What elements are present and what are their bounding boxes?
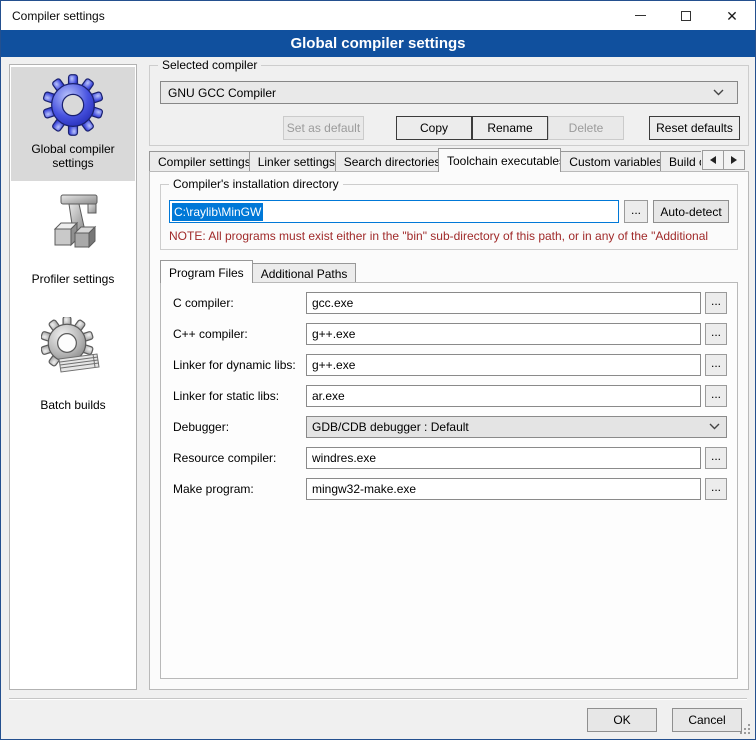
field-label: Debugger: (173, 420, 306, 434)
gear-stack-icon (41, 317, 105, 381)
debugger-select[interactable]: GDB/CDB debugger : Default (306, 416, 727, 438)
subtab-additional-paths[interactable]: Additional Paths (252, 263, 357, 283)
selected-compiler-group-label: Selected compiler (158, 58, 261, 72)
make-program-input[interactable]: mingw32-make.exe (306, 478, 701, 500)
window-title: Compiler settings (12, 9, 105, 23)
auto-detect-button[interactable]: Auto-detect (653, 200, 729, 223)
field-label: C++ compiler: (173, 327, 306, 341)
copy-button[interactable]: Copy (396, 116, 472, 140)
tab-build-options[interactable]: Build options (660, 151, 701, 172)
static-linker-input[interactable]: ar.exe (306, 385, 701, 407)
resize-grip[interactable] (740, 724, 752, 736)
settings-category-list: Global compiler settings Profiler s (9, 64, 137, 690)
install-dir-note: NOTE: All programs must exist either in … (169, 229, 735, 243)
installation-directory-group-label: Compiler's installation directory (169, 177, 343, 191)
dynamic-linker-browse-button[interactable]: ... (705, 354, 727, 376)
toolchain-executables-page: Compiler's installation directory C:\ray… (149, 171, 749, 690)
maximize-button[interactable] (663, 1, 709, 30)
c-compiler-input[interactable]: gcc.exe (306, 292, 701, 314)
cpp-compiler-input[interactable]: g++.exe (306, 323, 701, 345)
close-button[interactable]: ✕ (709, 1, 755, 30)
compiler-select[interactable]: GNU GCC Compiler (160, 81, 738, 104)
ok-button[interactable]: OK (587, 708, 657, 732)
tab-scroll-arrows (703, 150, 745, 170)
tab-custom-variables[interactable]: Custom variables (560, 151, 661, 172)
install-dir-selected-text: C:\raylib\MinGW (172, 203, 263, 221)
subtab-program-files[interactable]: Program Files (160, 260, 253, 283)
program-files-page: C compiler: gcc.exe ... C++ compiler: g+… (160, 282, 738, 679)
install-dir-browse-button[interactable]: ... (624, 200, 648, 223)
sidebar-item-label: Global compiler settings (11, 142, 135, 170)
set-as-default-button: Set as default (283, 116, 364, 140)
caliper-icon (41, 191, 105, 255)
field-row-c-compiler: C compiler: gcc.exe ... (173, 291, 727, 314)
page-title: Global compiler settings (290, 35, 465, 52)
triangle-right-icon (731, 156, 737, 164)
settings-tabstrip: Compiler settings Linker settings Search… (149, 148, 701, 172)
rename-button[interactable]: Rename (472, 116, 548, 140)
sidebar-item-global-compiler-settings[interactable]: Global compiler settings (11, 67, 135, 181)
resource-compiler-browse-button[interactable]: ... (705, 447, 727, 469)
delete-button: Delete (548, 116, 624, 140)
caption-buttons: ✕ (617, 1, 755, 30)
make-program-browse-button[interactable]: ... (705, 478, 727, 500)
reset-defaults-button[interactable]: Reset defaults (649, 116, 740, 140)
field-row-resource-compiler: Resource compiler: windres.exe ... (173, 446, 727, 469)
field-row-cpp-compiler: C++ compiler: g++.exe ... (173, 322, 727, 345)
program-files-tabstrip: Program Files Additional Paths (160, 260, 355, 283)
tab-linker-settings[interactable]: Linker settings (249, 151, 336, 172)
tab-search-directories[interactable]: Search directories (335, 151, 439, 172)
cpp-compiler-browse-button[interactable]: ... (705, 323, 727, 345)
footer-divider (9, 698, 747, 700)
sidebar-item-label: Batch builds (11, 398, 135, 412)
install-dir-input[interactable]: C:\raylib\MinGW (169, 200, 619, 223)
titlebar: Compiler settings ✕ (1, 1, 755, 30)
field-label: C compiler: (173, 296, 306, 310)
minimize-icon (635, 15, 646, 16)
maximize-icon (681, 11, 691, 21)
field-label: Make program: (173, 482, 306, 496)
field-row-static-linker: Linker for static libs: ar.exe ... (173, 384, 727, 407)
minimize-button[interactable] (617, 1, 663, 30)
resource-compiler-input[interactable]: windres.exe (306, 447, 701, 469)
field-row-dynamic-linker: Linker for dynamic libs: g++.exe ... (173, 353, 727, 376)
compiler-settings-dialog: Compiler settings ✕ Global compiler sett… (0, 0, 756, 740)
blue-gear-icon (41, 73, 105, 137)
sidebar-item-batch-builds[interactable]: Batch builds (11, 317, 135, 417)
tab-toolchain-executables[interactable]: Toolchain executables (438, 148, 561, 172)
page-header: Global compiler settings (1, 30, 755, 57)
triangle-left-icon (710, 156, 716, 164)
compiler-select-value: GNU GCC Compiler (168, 86, 713, 100)
debugger-select-value: GDB/CDB debugger : Default (312, 420, 709, 434)
close-icon: ✕ (726, 9, 738, 23)
sidebar-item-profiler-settings[interactable]: Profiler settings (11, 191, 135, 291)
field-label: Resource compiler: (173, 451, 306, 465)
selected-compiler-group: Selected compiler GNU GCC Compiler Set a… (149, 65, 749, 146)
field-label: Linker for static libs: (173, 389, 306, 403)
static-linker-browse-button[interactable]: ... (705, 385, 727, 407)
chevron-down-icon (709, 423, 720, 430)
sidebar-item-label: Profiler settings (11, 272, 135, 286)
chevron-down-icon (713, 89, 724, 96)
field-row-make-program: Make program: mingw32-make.exe ... (173, 477, 727, 500)
c-compiler-browse-button[interactable]: ... (705, 292, 727, 314)
cancel-button[interactable]: Cancel (672, 708, 742, 732)
field-row-debugger: Debugger: GDB/CDB debugger : Default (173, 415, 727, 438)
dynamic-linker-input[interactable]: g++.exe (306, 354, 701, 376)
tab-scroll-right-button[interactable] (723, 150, 745, 170)
tab-compiler-settings[interactable]: Compiler settings (149, 151, 250, 172)
tab-scroll-left-button[interactable] (702, 150, 724, 170)
field-label: Linker for dynamic libs: (173, 358, 306, 372)
installation-directory-group: Compiler's installation directory C:\ray… (160, 184, 738, 250)
